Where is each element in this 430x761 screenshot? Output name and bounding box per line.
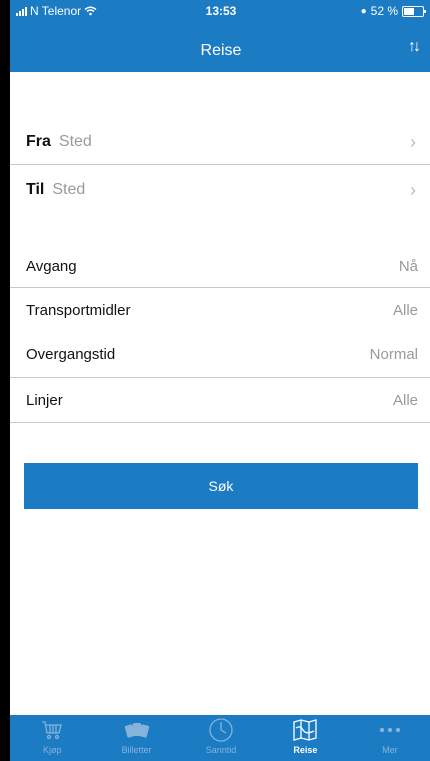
swap-direction-button[interactable]: ↑↓	[408, 38, 421, 56]
tab-trip[interactable]: Reise	[263, 715, 347, 761]
transport-row[interactable]: Transportmidler Alle	[10, 288, 430, 332]
battery-icon	[402, 5, 426, 17]
lines-value: Alle	[392, 391, 418, 409]
screen: N Telenor 13:53 ● 52 % Reise ↑↓ Fra Sted…	[10, 0, 430, 761]
search-button[interactable]: Søk	[24, 463, 418, 509]
from-placeholder: Sted	[58, 133, 92, 150]
chevron-right-icon: ›	[410, 179, 416, 200]
clock-icon	[209, 718, 233, 742]
cart-icon	[42, 721, 63, 740]
divider	[10, 164, 430, 165]
transport-label: Transportmidler	[26, 301, 131, 319]
departure-row[interactable]: Avgang Nå	[10, 244, 430, 288]
tab-trip-label: Reise	[293, 745, 318, 755]
divider	[10, 422, 430, 423]
transfer-time-row[interactable]: Overgangstid Normal	[10, 332, 430, 376]
from-row[interactable]: Fra Sted ›	[10, 120, 430, 164]
departure-label: Avgang	[26, 257, 77, 275]
status-bar: N Telenor 13:53 ● 52 %	[10, 0, 430, 22]
tab-more[interactable]: Mer	[348, 715, 430, 761]
lines-row[interactable]: Linjer Alle	[10, 378, 430, 422]
to-row[interactable]: Til Sted ›	[10, 166, 430, 214]
to-label: Til	[26, 181, 45, 198]
to-placeholder: Sted	[52, 181, 86, 198]
tab-realtime-label: Sanntid	[205, 745, 237, 755]
transfer-time-label: Overgangstid	[26, 345, 116, 363]
transport-value: Alle	[392, 301, 418, 319]
map-icon	[293, 719, 318, 741]
tab-bar: Kjøp Billetter Sanntid Reise Mer	[10, 715, 430, 761]
chevron-right-icon: ›	[410, 131, 416, 152]
tab-buy[interactable]: Kjøp	[10, 715, 94, 761]
top-bar: N Telenor 13:53 ● 52 % Reise ↑↓	[10, 0, 430, 72]
from-label: Fra	[26, 133, 51, 150]
moon-icon: ●	[360, 5, 367, 17]
transfer-time-value: Normal	[369, 345, 418, 363]
more-icon	[379, 727, 401, 733]
tab-buy-label: Kjøp	[42, 745, 62, 755]
tab-realtime[interactable]: Sanntid	[179, 715, 263, 761]
swap-arrows-icon: ↑↓	[408, 38, 421, 55]
search-button-label: Søk	[208, 478, 234, 494]
battery-percent: 52 %	[370, 4, 398, 18]
page-title: Reise	[200, 42, 242, 59]
tab-tickets-label: Billetter	[121, 745, 152, 755]
lines-label: Linjer	[26, 391, 63, 409]
tickets-icon	[124, 723, 149, 738]
tab-tickets[interactable]: Billetter	[94, 715, 178, 761]
departure-value: Nå	[398, 257, 418, 275]
tab-more-label: Mer	[382, 745, 398, 755]
